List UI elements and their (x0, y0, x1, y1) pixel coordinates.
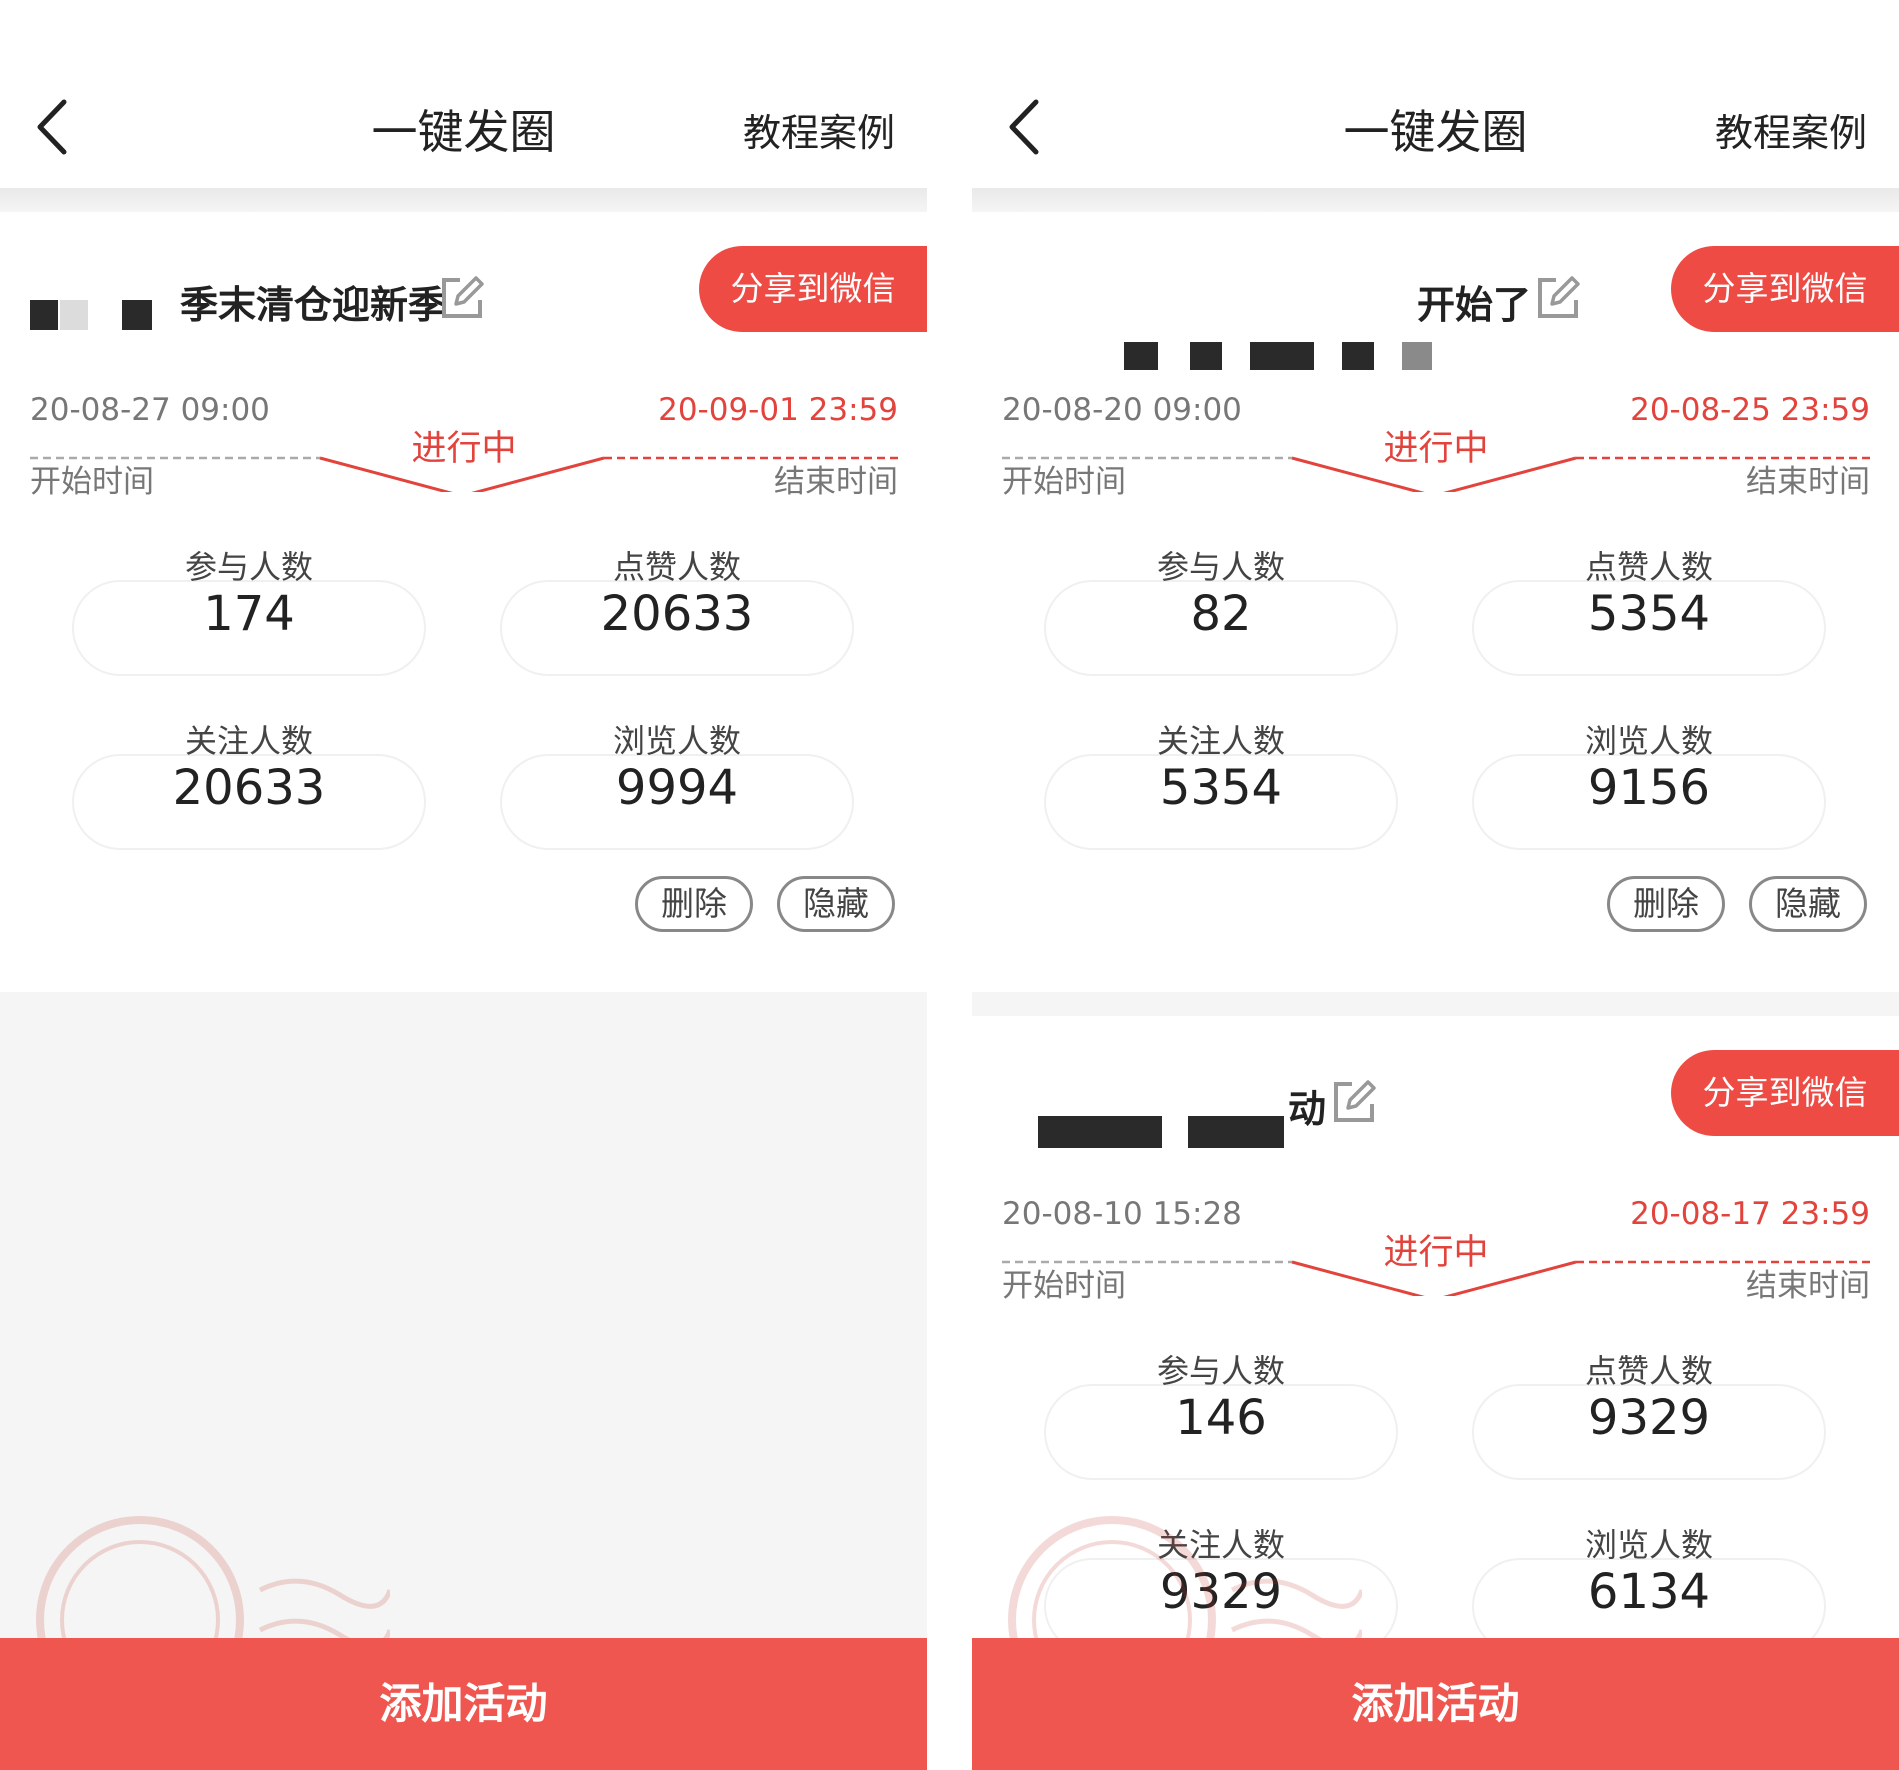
status-label: 进行中 (411, 429, 517, 469)
redacted-text (1342, 342, 1374, 370)
navbar: 一键发圈 教程案例 (0, 0, 927, 188)
stat-participants: 参与人数 82 (1044, 542, 1398, 692)
stat-label: 点赞人数 (1584, 548, 1713, 586)
stat-views: 浏览人数 9994 (500, 716, 854, 866)
stat-label: 点赞人数 (1584, 1352, 1713, 1390)
activity-title-text: 开始了 (1417, 283, 1532, 327)
share-to-wechat-button[interactable]: 分享到微信 (699, 246, 927, 332)
start-time-label: 开始时间 (1002, 464, 1126, 500)
stat-value: 5354 (1159, 760, 1283, 816)
end-time: 20-09-01 23:59 (658, 392, 898, 428)
divider (0, 188, 927, 212)
activity-card: 动 分享到微信 20-08-10 15:28 20-08-17 23:59 进行… (972, 1016, 1899, 1654)
start-time-label: 开始时间 (30, 464, 154, 500)
activity-title: 季末清仓迎新季 (30, 256, 640, 346)
phone-screen-right: 一键发圈 教程案例 开始了 分享到微信 20-08-20 09:00 20-08… (972, 0, 1899, 1770)
stat-value: 9994 (615, 760, 739, 816)
redacted-text (1190, 342, 1222, 370)
redacted-text (1250, 342, 1314, 370)
stat-follows: 关注人数 5354 (1044, 716, 1398, 866)
stat-label: 关注人数 (1156, 722, 1285, 760)
edit-icon[interactable] (440, 276, 484, 320)
phone-screen-left: 一键发圈 教程案例 季末清仓迎新季 分享到微信 20-08-27 09:00 2… (0, 0, 927, 1770)
end-time-label: 结束时间 (774, 464, 898, 500)
stat-follows: 关注人数 20633 (72, 716, 426, 866)
stat-label: 点赞人数 (612, 548, 741, 586)
redacted-text (1124, 342, 1158, 370)
stat-value: 6134 (1587, 1564, 1711, 1620)
activity-card: 开始了 分享到微信 20-08-20 09:00 20-08-25 23:59 … (972, 212, 1899, 992)
redacted-text (60, 300, 88, 330)
stat-label: 参与人数 (1156, 1352, 1285, 1390)
stat-participants: 参与人数 146 (1044, 1346, 1398, 1496)
end-time: 20-08-17 23:59 (1630, 1196, 1870, 1232)
stats-grid: 参与人数 146 点赞人数 9329 关注人数 9329 浏览人数 6134 (972, 1346, 1899, 1666)
stat-value: 9329 (1159, 1564, 1283, 1620)
stat-label: 浏览人数 (612, 722, 741, 760)
stat-views: 浏览人数 9156 (1472, 716, 1826, 866)
stats-grid: 参与人数 174 点赞人数 20633 关注人数 20633 浏览人数 9994 (0, 542, 927, 862)
stat-likes: 点赞人数 5354 (1472, 542, 1826, 692)
stat-value: 9156 (1587, 760, 1711, 816)
end-time: 20-08-25 23:59 (1630, 392, 1870, 428)
delete-button[interactable]: 删除 (635, 876, 753, 932)
stat-value: 9329 (1587, 1390, 1711, 1446)
add-activity-button[interactable]: 添加活动 (0, 1638, 927, 1770)
redacted-text (122, 300, 152, 330)
activity-card: 季末清仓迎新季 分享到微信 20-08-27 09:00 20-09-01 23… (0, 212, 927, 992)
hide-button[interactable]: 隐藏 (1749, 876, 1867, 932)
start-time-label: 开始时间 (1002, 1268, 1126, 1304)
start-time: 20-08-27 09:00 (30, 392, 270, 428)
activity-title: 开始了 (1002, 256, 1612, 370)
status-label: 进行中 (1383, 429, 1489, 469)
tutorial-link[interactable]: 教程案例 (743, 102, 895, 157)
activity-title-text: 动 (1288, 1087, 1327, 1131)
start-time: 20-08-10 15:28 (1002, 1196, 1242, 1232)
stat-value: 174 (203, 586, 295, 642)
stat-label: 浏览人数 (1584, 1526, 1713, 1564)
edit-icon[interactable] (1536, 276, 1580, 320)
stat-participants: 参与人数 174 (72, 542, 426, 692)
navbar: 一键发圈 教程案例 (972, 0, 1899, 188)
stat-label: 参与人数 (184, 548, 313, 586)
end-time-label: 结束时间 (1746, 464, 1870, 500)
timeline: 20-08-27 09:00 20-09-01 23:59 进行中 开始时间 结… (30, 392, 898, 512)
status-label: 进行中 (1383, 1233, 1489, 1273)
timeline: 20-08-10 15:28 20-08-17 23:59 进行中 开始时间 结… (1002, 1196, 1870, 1316)
delete-button[interactable]: 删除 (1607, 876, 1725, 932)
stats-grid: 参与人数 82 点赞人数 5354 关注人数 5354 浏览人数 9156 (972, 542, 1899, 862)
start-time: 20-08-20 09:00 (1002, 392, 1242, 428)
stat-value: 82 (1190, 586, 1252, 642)
edit-icon[interactable] (1332, 1080, 1376, 1124)
stat-label: 关注人数 (184, 722, 313, 760)
card-actions: 删除 隐藏 (1607, 876, 1867, 934)
stat-value: 20633 (600, 586, 754, 642)
share-to-wechat-button[interactable]: 分享到微信 (1671, 246, 1899, 332)
end-time-label: 结束时间 (1746, 1268, 1870, 1304)
stat-value: 5354 (1587, 586, 1711, 642)
card-actions: 删除 隐藏 (635, 876, 895, 934)
stat-value: 146 (1175, 1390, 1267, 1446)
stat-value: 20633 (172, 760, 326, 816)
redacted-text (1038, 1116, 1162, 1148)
stat-likes: 点赞人数 9329 (1472, 1346, 1826, 1496)
add-activity-button[interactable]: 添加活动 (972, 1638, 1899, 1770)
redacted-text (1188, 1116, 1284, 1148)
activity-title-text: 季末清仓迎新季 (180, 283, 447, 327)
timeline: 20-08-20 09:00 20-08-25 23:59 进行中 开始时间 结… (1002, 392, 1870, 512)
stat-label: 参与人数 (1156, 548, 1285, 586)
stat-label: 浏览人数 (1584, 722, 1713, 760)
hide-button[interactable]: 隐藏 (777, 876, 895, 932)
stat-likes: 点赞人数 20633 (500, 542, 854, 692)
divider (972, 188, 1899, 212)
redacted-text (30, 300, 58, 330)
stat-label: 关注人数 (1156, 1526, 1285, 1564)
tutorial-link[interactable]: 教程案例 (1715, 102, 1867, 157)
share-to-wechat-button[interactable]: 分享到微信 (1671, 1050, 1899, 1136)
redacted-text (1402, 342, 1432, 370)
activity-title: 动 (1002, 1060, 1612, 1150)
